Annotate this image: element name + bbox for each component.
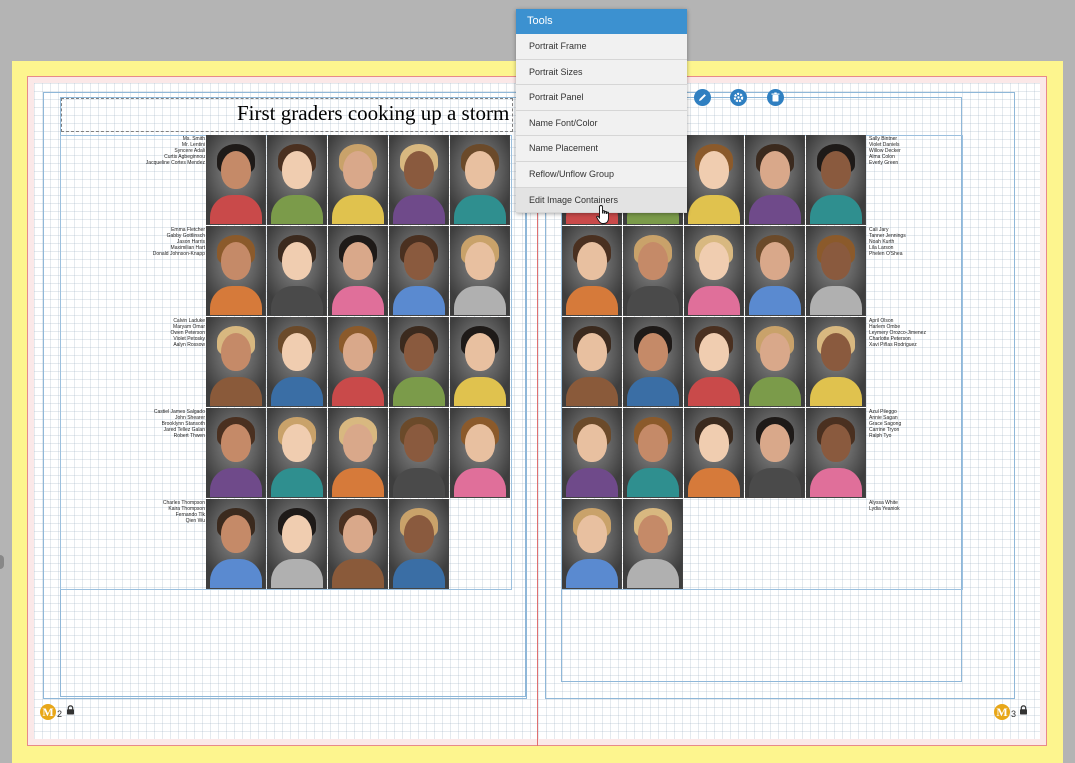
menu-item-name-font-color[interactable]: Name Font/Color — [516, 110, 687, 137]
portrait-photo[interactable] — [745, 226, 805, 316]
portrait-photo[interactable] — [562, 499, 622, 589]
portrait-name: Xavi Piñas Rodriguez — [869, 342, 917, 348]
portrait-photo[interactable] — [206, 317, 266, 407]
tools-menu: Tools Portrait Frame Portrait Sizes Port… — [516, 9, 687, 214]
left-page-badge[interactable]: M — [40, 704, 56, 720]
portrait-name: Ralph Tyo — [869, 433, 892, 439]
portrait-photo[interactable] — [328, 226, 388, 316]
page-title[interactable]: First graders cooking up a storm — [237, 101, 509, 126]
hand-cursor-icon — [596, 205, 609, 224]
name-list[interactable]: Castiel James Salgado John Shearer Brookly… — [154, 409, 205, 439]
portrait-name: Qien Wu — [185, 518, 205, 524]
portrait-name: Jacqueline Cortes Mendez — [145, 160, 205, 166]
portrait-photo[interactable] — [328, 408, 388, 498]
name-list[interactable]: Ms. Smith Mr. Lentini Syncere Adali Curtis … — [146, 136, 205, 166]
portrait-photo[interactable] — [267, 499, 327, 589]
portrait-photo[interactable] — [623, 317, 683, 407]
menu-item-portrait-sizes[interactable]: Portrait Sizes — [516, 59, 687, 86]
portrait-photo[interactable] — [562, 408, 622, 498]
portrait-photo[interactable] — [206, 408, 266, 498]
portrait-name: Robert Thwen — [173, 433, 205, 439]
portrait-name: Aalyn Rossow — [173, 342, 205, 348]
lock-icon[interactable] — [66, 705, 75, 715]
portrait-photo[interactable] — [562, 226, 622, 316]
name-list[interactable]: Calvin Laduke Maryam Omar Owen Peterson Vio… — [171, 318, 205, 348]
name-list[interactable]: April Olson Harlem Ombe Leymery Orozco-Jim… — [869, 318, 926, 348]
pencil-icon[interactable] — [694, 89, 711, 106]
portrait-photo[interactable] — [267, 135, 327, 225]
portrait-photo[interactable] — [206, 135, 266, 225]
name-list[interactable]: Sally Bintner Violet Daniels Willow Decker… — [869, 136, 901, 166]
menu-item-reflow-unflow-group[interactable]: Reflow/Unflow Group — [516, 161, 687, 188]
portrait-photo[interactable] — [806, 135, 866, 225]
portrait-photo[interactable] — [267, 408, 327, 498]
name-list[interactable]: Emma Fletcher Gabby Gottlinsch Jason Harri… — [153, 227, 205, 257]
name-list[interactable]: Cali Jary Tanner Jennings Noah Kurth Lila L… — [869, 227, 906, 257]
portrait-photo[interactable] — [389, 317, 449, 407]
portrait-photo[interactable] — [206, 226, 266, 316]
tools-menu-header: Tools — [516, 9, 687, 34]
portrait-photo[interactable] — [389, 499, 449, 589]
portrait-photo[interactable] — [450, 408, 510, 498]
portrait-photo[interactable] — [328, 499, 388, 589]
title-text-box[interactable]: First graders cooking up a storm — [61, 98, 513, 132]
portrait-photo[interactable] — [389, 135, 449, 225]
menu-item-portrait-panel[interactable]: Portrait Panel — [516, 85, 687, 111]
portrait-name: Phelen O'Shea — [869, 251, 903, 257]
portrait-photo[interactable] — [450, 135, 510, 225]
portrait-photo[interactable] — [267, 317, 327, 407]
portrait-photo[interactable] — [328, 317, 388, 407]
portrait-photo[interactable] — [745, 408, 805, 498]
portrait-photo[interactable] — [684, 408, 744, 498]
portrait-photo[interactable] — [684, 135, 744, 225]
right-page-badge[interactable]: M — [994, 704, 1010, 720]
portrait-photo[interactable] — [684, 226, 744, 316]
menu-item-name-placement[interactable]: Name Placement — [516, 136, 687, 162]
portrait-photo[interactable] — [267, 226, 327, 316]
gear-icon[interactable] — [730, 89, 747, 106]
portrait-photo[interactable] — [806, 408, 866, 498]
portrait-photo[interactable] — [623, 226, 683, 316]
portrait-photo[interactable] — [328, 135, 388, 225]
portrait-name: Lydia Yeaniok — [869, 506, 900, 512]
menu-item-portrait-frame[interactable]: Portrait Frame — [516, 34, 687, 60]
sidebar-collapse-handle[interactable] — [0, 555, 4, 569]
portrait-photo[interactable] — [623, 408, 683, 498]
portrait-photo[interactable] — [806, 317, 866, 407]
portrait-photo[interactable] — [389, 408, 449, 498]
portrait-photo[interactable] — [206, 499, 266, 589]
name-list[interactable]: Alyssa White Lydia Yeaniok — [869, 500, 900, 512]
portrait-photo[interactable] — [684, 317, 744, 407]
name-list[interactable]: Azul Pileggo Annie Sagan Grace Sagong Carri… — [869, 409, 901, 439]
portrait-photo[interactable] — [389, 226, 449, 316]
portrait-photo[interactable] — [745, 317, 805, 407]
name-list[interactable]: Charles Thompson Kaira Thompson Fernando T… — [163, 500, 205, 524]
portrait-photo[interactable] — [562, 317, 622, 407]
right-page-number: 3 — [1011, 709, 1017, 719]
portrait-photo[interactable] — [623, 499, 683, 589]
lock-icon[interactable] — [1019, 705, 1028, 715]
portrait-photo[interactable] — [450, 317, 510, 407]
portrait-name: Everly Green — [869, 160, 899, 166]
yearbook-editor-canvas: Ms. Smith Mr. Lentini Syncere Adali Curtis … — [0, 0, 1075, 763]
portrait-name: Donald Johnson-Knapp — [152, 251, 205, 257]
portrait-photo[interactable] — [745, 135, 805, 225]
portrait-photo[interactable] — [806, 226, 866, 316]
left-page-number: 2 — [57, 709, 63, 719]
trash-icon[interactable] — [767, 89, 784, 106]
portrait-photo[interactable] — [450, 226, 510, 316]
